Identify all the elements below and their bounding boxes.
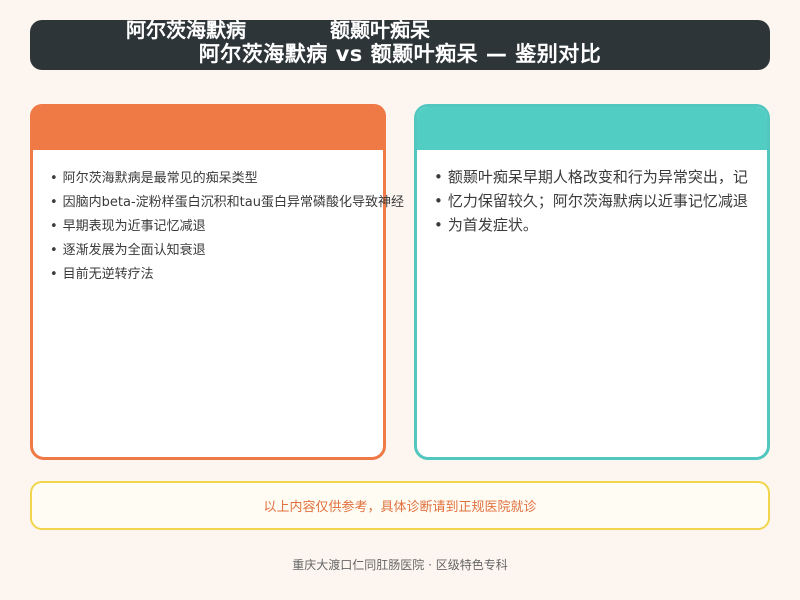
list-item: 额颞叶痴呆早期人格改变和行为异常突出，记 xyxy=(434,165,748,189)
disclaimer-text: 以上内容仅供参考，具体诊断请到正规医院就诊 xyxy=(263,500,537,515)
list-item: 逐渐发展为全面认知衰退 xyxy=(50,239,404,263)
alzheimer-card-title: 阿尔茨海默病 xyxy=(126,18,246,42)
ftd-list: 额颞叶痴呆早期人格改变和行为异常突出，记 忆力保留较久；阿尔茨海默病以近事记忆减… xyxy=(434,165,748,237)
list-item: 早期表现为近事记忆减退 xyxy=(50,215,404,239)
list-item: 忆力保留较久；阿尔茨海默病以近事记忆减退 xyxy=(434,189,748,213)
footer: 重庆大渡口仁同肛肠医院 · 区级特色专科 xyxy=(292,558,508,572)
list-item: 目前无逆转疗法 xyxy=(50,263,404,287)
list-item: 为首发症状。 xyxy=(434,213,748,237)
list-item: 阿尔茨海默病是最常见的痴呆类型 xyxy=(50,167,404,191)
disclaimer-note: 以上内容仅供参考，具体诊断请到正规医院就诊 xyxy=(30,481,770,530)
alzheimer-card: 阿尔茨海默病是最常见的痴呆类型 因脑内beta-淀粉样蛋白沉积和tau蛋白异常磷… xyxy=(30,104,404,460)
ftd-card-header xyxy=(417,107,767,150)
alzheimer-list: 阿尔茨海默病是最常见的痴呆类型 因脑内beta-淀粉样蛋白沉积和tau蛋白异常磷… xyxy=(50,167,404,287)
ftd-card-title: 额颞叶痴呆 xyxy=(330,18,430,42)
list-item: 因脑内beta-淀粉样蛋白沉积和tau蛋白异常磷酸化导致神经 xyxy=(50,191,404,215)
alzheimer-card-header xyxy=(30,104,386,150)
ftd-card: 额颞叶痴呆早期人格改变和行为异常突出，记 忆力保留较久；阿尔茨海默病以近事记忆减… xyxy=(414,104,770,460)
